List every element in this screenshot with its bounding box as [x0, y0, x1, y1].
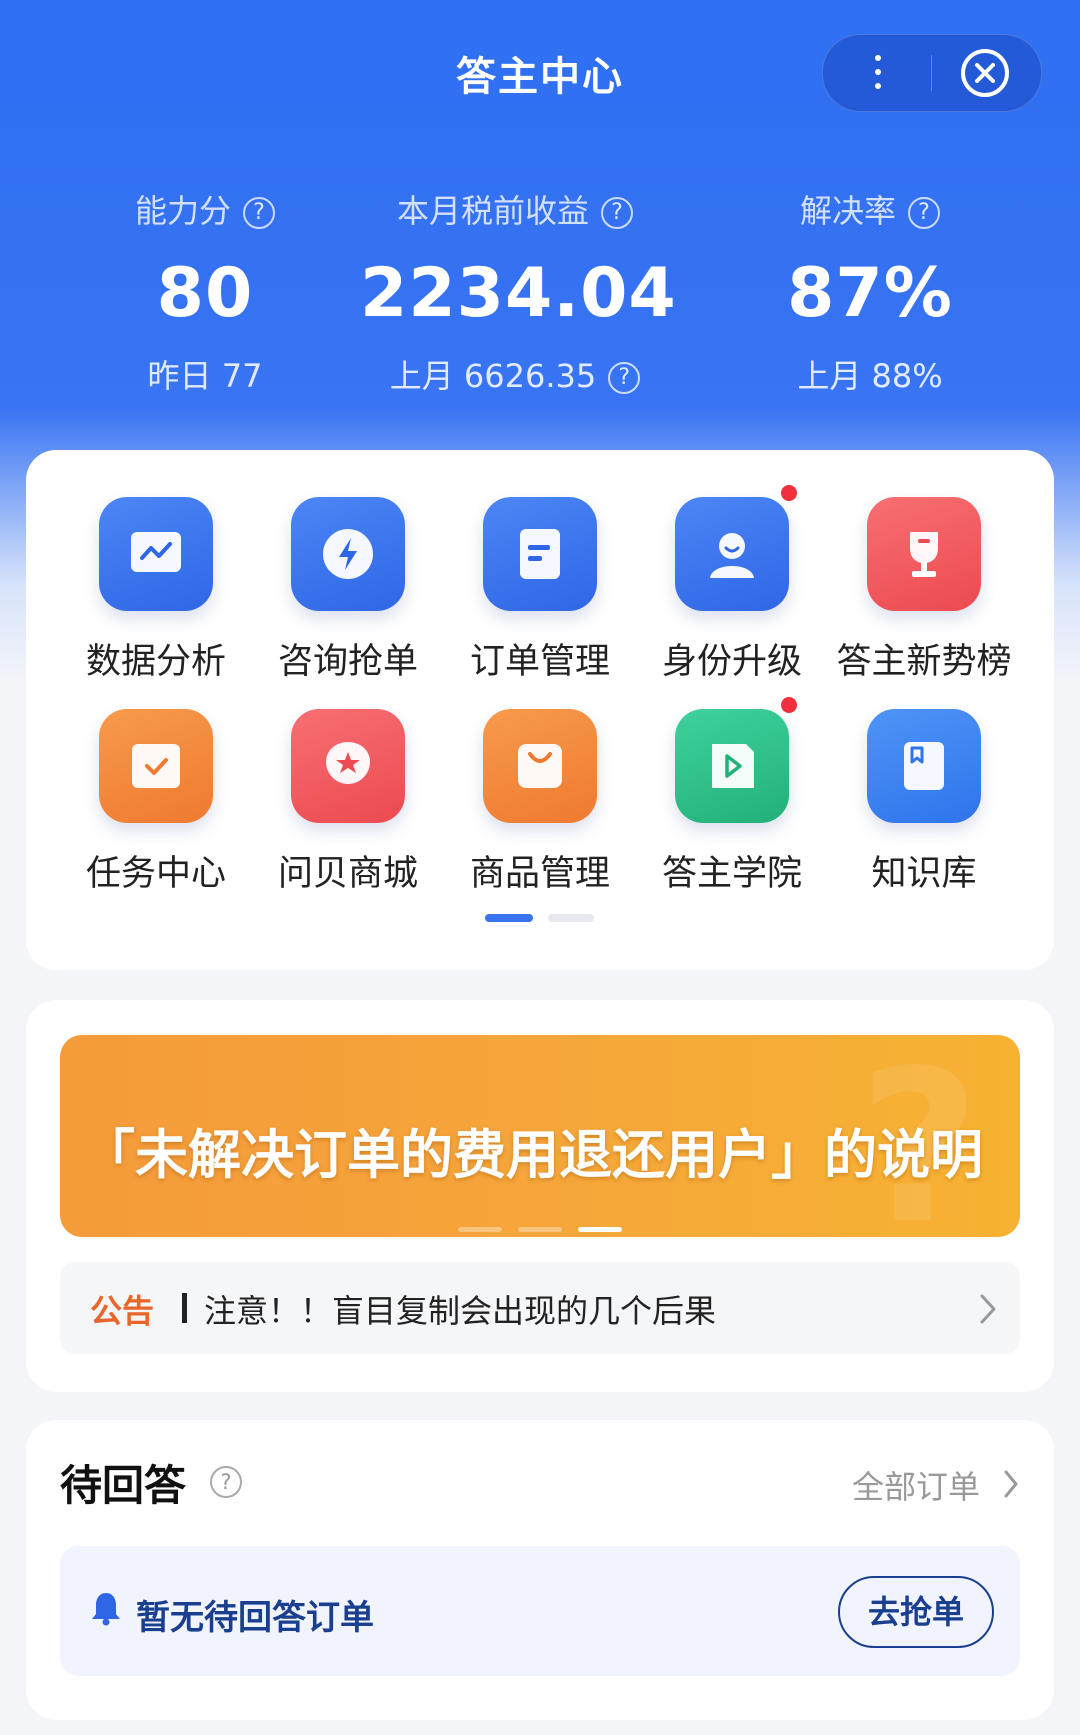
stat-ability-score: 能力分? 80 昨日 77	[80, 186, 330, 397]
stat-value: 80	[156, 254, 254, 333]
close-button[interactable]	[959, 47, 1011, 99]
menu-icon-tile	[483, 709, 597, 823]
menu-label: 问贝商城	[277, 854, 418, 894]
help-icon[interactable]: ?	[243, 197, 275, 229]
menu-label: 商品管理	[469, 854, 610, 894]
trophy-icon	[910, 532, 938, 577]
stat-sub: 上月 6626.35	[389, 357, 597, 395]
help-icon[interactable]: ?	[210, 1466, 242, 1498]
menu-label: 知识库	[871, 854, 977, 894]
promo-banner[interactable]: ? 「未解决订单的费用退还用户」的说明	[60, 1035, 1020, 1237]
all-orders-link[interactable]: 全部订单	[852, 1462, 980, 1508]
menu-label: 身份升级	[661, 642, 802, 682]
banner-text: 「未解决订单的费用退还用户」的说明	[82, 1125, 983, 1186]
chevron-right-icon[interactable]	[1002, 1468, 1020, 1500]
stat-monthly-income: 本月税前收益? 2234.04 上月 6626.35?	[360, 186, 677, 397]
menu-icon-tile	[99, 497, 213, 611]
menu-label: 数据分析	[85, 642, 226, 682]
more-button[interactable]	[823, 35, 931, 111]
announcement-bar[interactable]: 公告 注意！！盲目复制会出现的几个后果	[60, 1262, 1020, 1354]
menu-label: 答主新势榜	[836, 642, 1012, 682]
bell-icon	[92, 1593, 120, 1626]
announcement-tag: 公告	[90, 1292, 155, 1330]
menu-item-consult-grab[interactable]: 咨询抢单	[252, 497, 444, 684]
menu-label: 答主学院	[661, 854, 802, 894]
menu-icon-tile	[291, 497, 405, 611]
menu-item-academy[interactable]: 答主学院	[636, 697, 828, 896]
menu-item-product-manage[interactable]: 商品管理	[444, 709, 636, 896]
menu-item-wenbei-mall[interactable]: 问贝商城	[252, 709, 444, 896]
help-icon[interactable]: ?	[908, 197, 940, 229]
book-icon	[904, 742, 944, 790]
notification-dot	[781, 697, 797, 713]
task-check-icon	[132, 744, 180, 788]
help-icon[interactable]: ?	[608, 362, 641, 394]
menu-icon-tile	[867, 497, 981, 611]
mini-program-capsule	[822, 34, 1042, 112]
menu-item-task-center[interactable]: 任务中心	[60, 709, 252, 896]
announcement-divider	[182, 1293, 187, 1323]
grab-order-button[interactable]: 去抢单	[838, 1576, 994, 1648]
more-vertical-icon	[875, 55, 881, 97]
stat-value: 2234.04	[360, 254, 677, 333]
stat-resolve-rate: 解决率? 87% 上月 88%	[745, 186, 995, 397]
menu-item-data-analysis[interactable]: 数据分析	[60, 497, 252, 684]
menu-page-indicator-active	[485, 914, 533, 922]
empty-pending-text: 暂无待回答订单	[136, 1598, 374, 1638]
bag-icon	[518, 744, 562, 788]
user-badge-icon	[710, 533, 754, 578]
menu-icon-tile	[675, 697, 797, 823]
announcement-text: 注意！！盲目复制会出现的几个后果	[204, 1292, 717, 1330]
banner-indicators	[60, 1217, 1020, 1236]
help-icon[interactable]: ?	[601, 197, 633, 229]
menu-label: 任务中心	[85, 854, 226, 894]
shop-star-icon	[326, 742, 370, 784]
stat-label: 解决率	[799, 192, 896, 230]
stat-label: 本月税前收益	[396, 192, 589, 230]
lightning-icon	[323, 529, 373, 579]
chevron-right-icon	[980, 1294, 996, 1324]
pending-title: 待回答	[60, 1461, 187, 1510]
stat-sub: 上月 88%	[797, 357, 943, 395]
empty-pending-box: 暂无待回答订单 去抢单	[60, 1546, 1020, 1676]
menu-icon-tile	[867, 709, 981, 823]
menu-icon-tile	[99, 709, 213, 823]
chart-icon	[131, 532, 181, 572]
capsule-divider	[931, 55, 932, 91]
menu-item-order-manage[interactable]: 订单管理	[444, 497, 636, 684]
menu-label: 订单管理	[469, 642, 610, 682]
menu-item-knowledge-base[interactable]: 知识库	[828, 709, 1020, 896]
menu-page-indicator	[548, 914, 594, 922]
document-icon	[520, 529, 560, 579]
video-play-icon	[712, 744, 754, 788]
menu-label: 咨询抢单	[277, 642, 418, 682]
menu-icon-tile	[291, 709, 405, 823]
stat-label: 能力分	[134, 192, 231, 230]
menu-item-identity-upgrade[interactable]: 身份升级	[636, 485, 828, 684]
menu-icon-tile	[675, 485, 797, 611]
stat-value: 87%	[787, 254, 953, 333]
notification-dot	[781, 485, 797, 501]
close-circle-icon	[961, 49, 1009, 97]
menu-item-new-ranking[interactable]: 答主新势榜	[828, 497, 1020, 684]
stat-sub: 昨日 77	[147, 357, 263, 395]
menu-icon-tile	[483, 497, 597, 611]
